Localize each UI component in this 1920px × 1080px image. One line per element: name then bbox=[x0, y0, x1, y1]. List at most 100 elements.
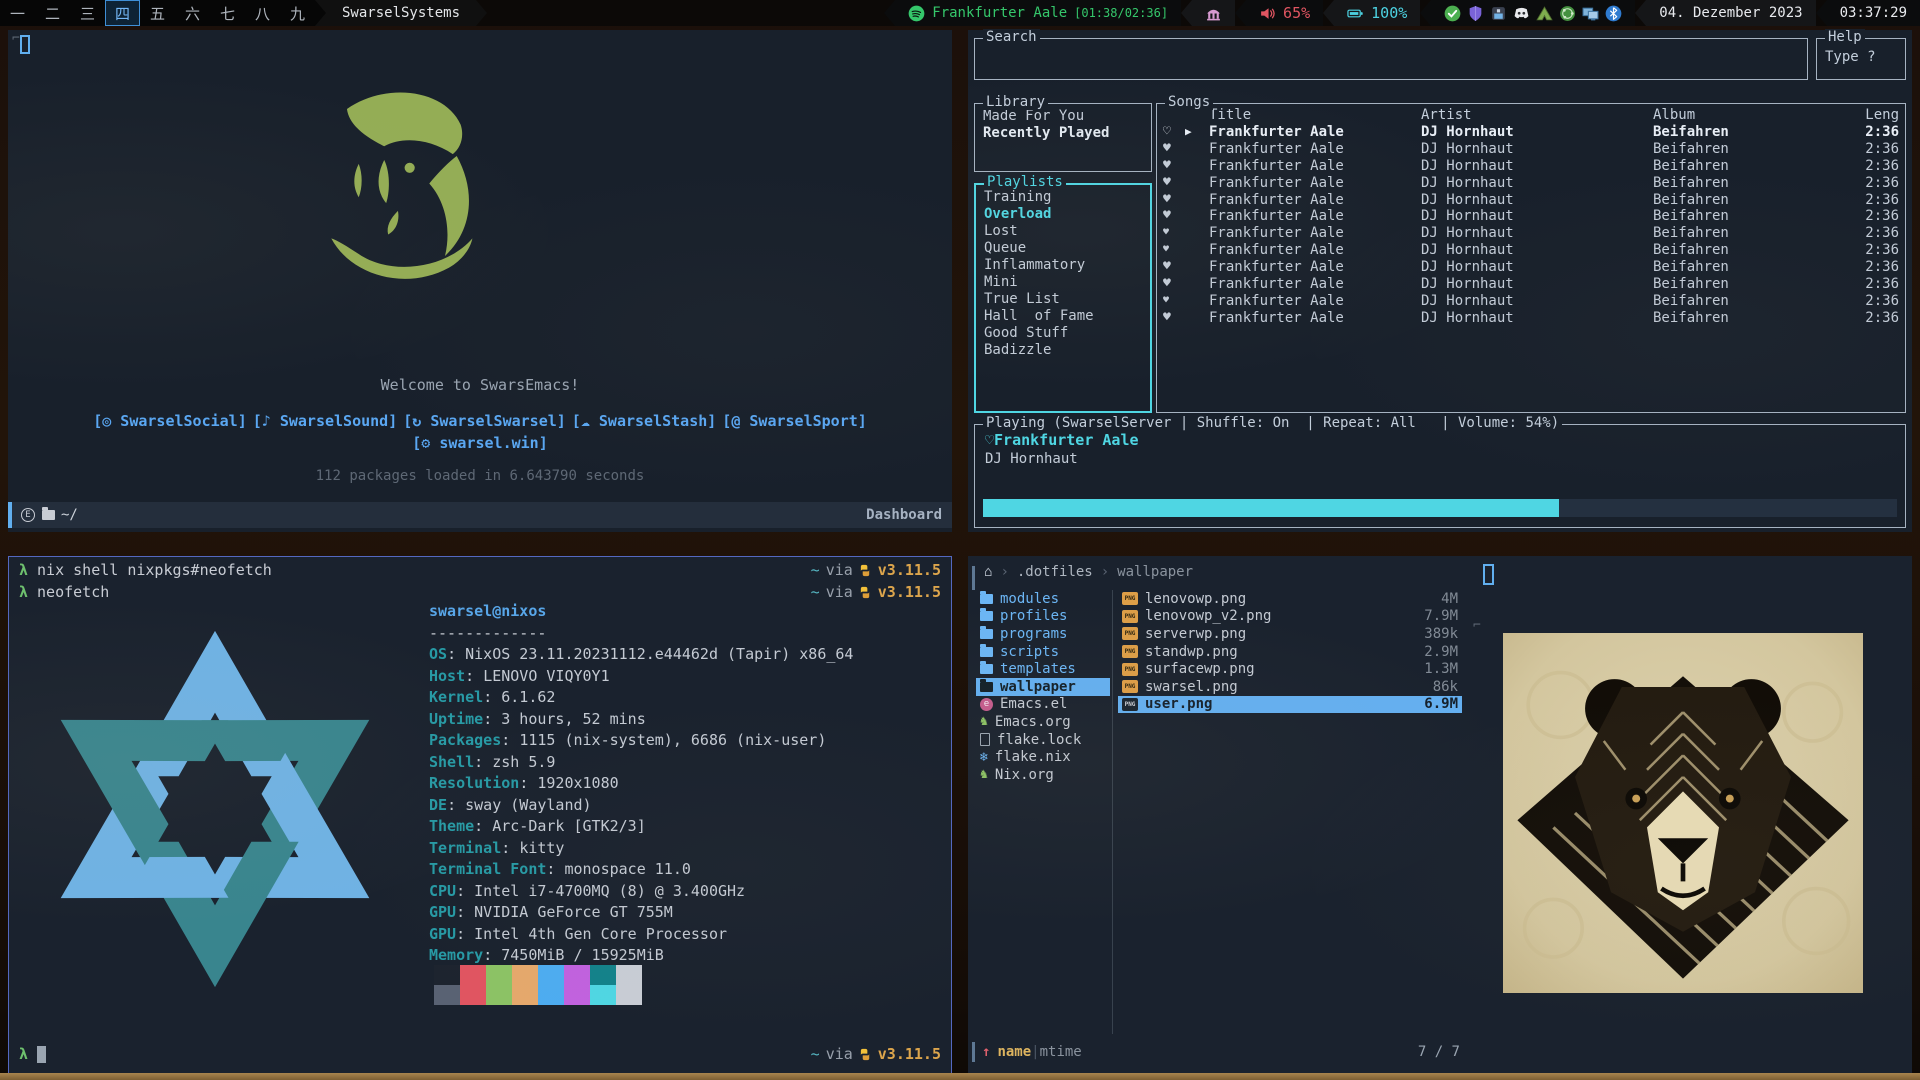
display-icon[interactable] bbox=[1582, 5, 1599, 22]
terminal-window[interactable]: λ nix shell nixpkgs#neofetch ~via v3.11.… bbox=[8, 556, 952, 1074]
playlist-item[interactable]: Overload bbox=[984, 206, 1150, 223]
playlist-item[interactable]: Lost bbox=[984, 223, 1150, 240]
file-row[interactable]: user.png 6.9M bbox=[1118, 696, 1462, 714]
dashboard-link-button[interactable]: [@ SwarselSport] bbox=[722, 412, 867, 430]
tent-icon[interactable] bbox=[1536, 5, 1553, 22]
dashboard-link-button[interactable]: [♪ SwarselSound] bbox=[253, 412, 398, 430]
battery-widget[interactable]: 100% bbox=[1334, 0, 1420, 26]
song-row[interactable]: ♥ Frankfurter Aale DJ Hornhaut Beifahren… bbox=[1163, 208, 1899, 225]
workspace-button[interactable]: 七 bbox=[210, 0, 245, 26]
file-row[interactable]: standwp.png 2.9M bbox=[1118, 643, 1462, 661]
file-name: user.png bbox=[1145, 696, 1212, 712]
dashboard-link-button[interactable]: [☁ SwarselStash] bbox=[572, 412, 717, 430]
file-row[interactable]: flake.lock bbox=[976, 731, 1110, 749]
song-progress-bar[interactable] bbox=[983, 499, 1897, 517]
song-row[interactable]: ♥ Frankfurter Aale DJ Hornhaut Beifahren… bbox=[1163, 242, 1899, 259]
file-row[interactable]: wallpaper bbox=[976, 678, 1110, 696]
liked-heart-icon[interactable]: ♥ bbox=[1163, 242, 1185, 259]
song-progress-fill bbox=[983, 499, 1559, 517]
date-widget[interactable]: 04. Dezember 2023 bbox=[1646, 0, 1815, 26]
song-row[interactable]: ♥ Frankfurter Aale DJ Hornhaut Beifahren… bbox=[1163, 141, 1899, 158]
song-row[interactable]: ♥ Frankfurter Aale DJ Hornhaut Beifahren… bbox=[1163, 158, 1899, 175]
song-row[interactable]: ♥ Frankfurter Aale DJ Hornhaut Beifahren… bbox=[1163, 293, 1899, 310]
song-row[interactable]: ♡ ▶ Frankfurter Aale DJ Hornhaut Beifahr… bbox=[1163, 124, 1899, 141]
file-row[interactable]: profiles bbox=[976, 608, 1110, 626]
breadcrumb-cwd[interactable]: wallpaper bbox=[1117, 564, 1193, 580]
song-row[interactable]: ♥ Frankfurter Aale DJ Hornhaut Beifahren… bbox=[1163, 225, 1899, 242]
library-item[interactable]: Recently Played bbox=[983, 125, 1151, 142]
palette-swatch bbox=[434, 985, 460, 1005]
swarsel-win-button[interactable]: [⚙ swarsel.win] bbox=[412, 434, 547, 452]
checkmark-icon[interactable] bbox=[1444, 5, 1461, 22]
liked-heart-icon[interactable]: ♥ bbox=[1163, 310, 1185, 327]
liked-heart-icon[interactable]: ♥ bbox=[1163, 141, 1185, 158]
spotify-icon bbox=[908, 5, 925, 22]
bluetooth-icon[interactable] bbox=[1605, 5, 1622, 22]
liked-heart-icon[interactable]: ♥ bbox=[1163, 208, 1185, 225]
tray-cube-icon[interactable] bbox=[1490, 5, 1507, 22]
song-title: Frankfurter Aale bbox=[1209, 158, 1421, 175]
playlist-item[interactable]: Training bbox=[984, 189, 1150, 206]
discord-icon[interactable] bbox=[1513, 5, 1530, 22]
file-row[interactable]: templates bbox=[976, 660, 1110, 678]
file-row[interactable]: Emacs.el bbox=[976, 696, 1110, 714]
song-row[interactable]: ♥ Frankfurter Aale DJ Hornhaut Beifahren… bbox=[1163, 310, 1899, 327]
song-row[interactable]: ♥ Frankfurter Aale DJ Hornhaut Beifahren… bbox=[1163, 192, 1899, 209]
dashboard-link-button[interactable]: [↻ SwarselSwarsel] bbox=[403, 412, 566, 430]
file-row[interactable]: Nix.org bbox=[976, 766, 1110, 784]
sort-field[interactable]: name bbox=[997, 1044, 1031, 1060]
playlist-item[interactable]: Mini bbox=[984, 274, 1150, 291]
workspace-button[interactable]: 一 bbox=[0, 0, 35, 26]
file-row[interactable]: swarsel.png 86k bbox=[1118, 678, 1462, 696]
breadcrumb[interactable]: ⌂ › .dotfiles › wallpaper bbox=[984, 564, 1193, 580]
now-playing-widget[interactable]: Frankfurter Aale [01:38/02:36] bbox=[895, 0, 1181, 26]
file-row[interactable]: flake.nix bbox=[976, 748, 1110, 766]
shield-icon[interactable] bbox=[1467, 5, 1484, 22]
dashboard-link-button[interactable]: [◎ SwarselSocial] bbox=[93, 412, 247, 430]
syncthing-icon[interactable] bbox=[1559, 5, 1576, 22]
liked-heart-icon[interactable]: ♡ bbox=[1163, 124, 1185, 141]
workspace-button[interactable]: 三 bbox=[70, 0, 105, 26]
file-row[interactable]: lenovowp_v2.png 7.9M bbox=[1118, 608, 1462, 626]
liked-heart-icon[interactable]: ♥ bbox=[1163, 158, 1185, 175]
workspace-button[interactable]: 四 bbox=[105, 0, 140, 26]
file-size: 1.3M bbox=[1424, 661, 1458, 677]
playlist-item[interactable]: Badizzle bbox=[984, 342, 1150, 359]
file-row[interactable]: Emacs.org bbox=[976, 713, 1110, 731]
playlist-item[interactable]: Good Stuff bbox=[984, 325, 1150, 342]
playlist-item[interactable]: Queue bbox=[984, 240, 1150, 257]
home-icon[interactable]: ⌂ bbox=[984, 564, 992, 580]
song-row[interactable]: ♥ Frankfurter Aale DJ Hornhaut Beifahren… bbox=[1163, 175, 1899, 192]
file-row[interactable]: serverwp.png 389k bbox=[1118, 625, 1462, 643]
workspace-button[interactable]: 二 bbox=[35, 0, 70, 26]
sort-alt-field[interactable]: mtime bbox=[1040, 1044, 1082, 1060]
file-row[interactable]: scripts bbox=[976, 643, 1110, 661]
file-row[interactable]: lenovowp.png 4M bbox=[1118, 590, 1462, 608]
liked-heart-icon[interactable]: ♥ bbox=[1163, 175, 1185, 192]
file-row[interactable]: programs bbox=[976, 625, 1110, 643]
workspace-button[interactable]: 九 bbox=[280, 0, 315, 26]
workspace-button[interactable]: 五 bbox=[140, 0, 175, 26]
liked-heart-icon[interactable]: ♥ bbox=[1163, 192, 1185, 209]
playlist-item[interactable]: Inflammatory bbox=[984, 257, 1150, 274]
workspace-button[interactable]: 八 bbox=[245, 0, 280, 26]
liked-heart-icon[interactable]: ♥ bbox=[1163, 259, 1185, 276]
liked-heart-icon[interactable]: ♥ bbox=[1163, 276, 1185, 293]
sort-direction-icon[interactable]: ↑ bbox=[982, 1044, 990, 1060]
song-row[interactable]: ♥ Frankfurter Aale DJ Hornhaut Beifahren… bbox=[1163, 276, 1899, 293]
volume-widget[interactable]: 65% bbox=[1246, 0, 1323, 26]
idle-inhibitor-widget[interactable] bbox=[1192, 0, 1235, 26]
file-row[interactable]: modules bbox=[976, 590, 1110, 608]
workspace-button[interactable]: 六 bbox=[175, 0, 210, 26]
playlist-item[interactable]: True List bbox=[984, 291, 1150, 308]
liked-heart-icon[interactable]: ♥ bbox=[1163, 225, 1185, 242]
terminal-prompt-line[interactable]: λ ~via v3.11.5 bbox=[19, 1045, 941, 1063]
breadcrumb-dir[interactable]: .dotfiles bbox=[1017, 564, 1093, 580]
song-row[interactable]: ♥ Frankfurter Aale DJ Hornhaut Beifahren… bbox=[1163, 259, 1899, 276]
clock-widget[interactable]: 03:37:29 bbox=[1827, 0, 1920, 26]
file-row[interactable]: surfacewp.png 1.3M bbox=[1118, 660, 1462, 678]
search-panel[interactable]: Search bbox=[974, 38, 1808, 80]
library-item[interactable]: Made For You bbox=[983, 108, 1151, 125]
liked-heart-icon[interactable]: ♥ bbox=[1163, 293, 1185, 310]
playlist-item[interactable]: Hall of Fame bbox=[984, 308, 1150, 325]
